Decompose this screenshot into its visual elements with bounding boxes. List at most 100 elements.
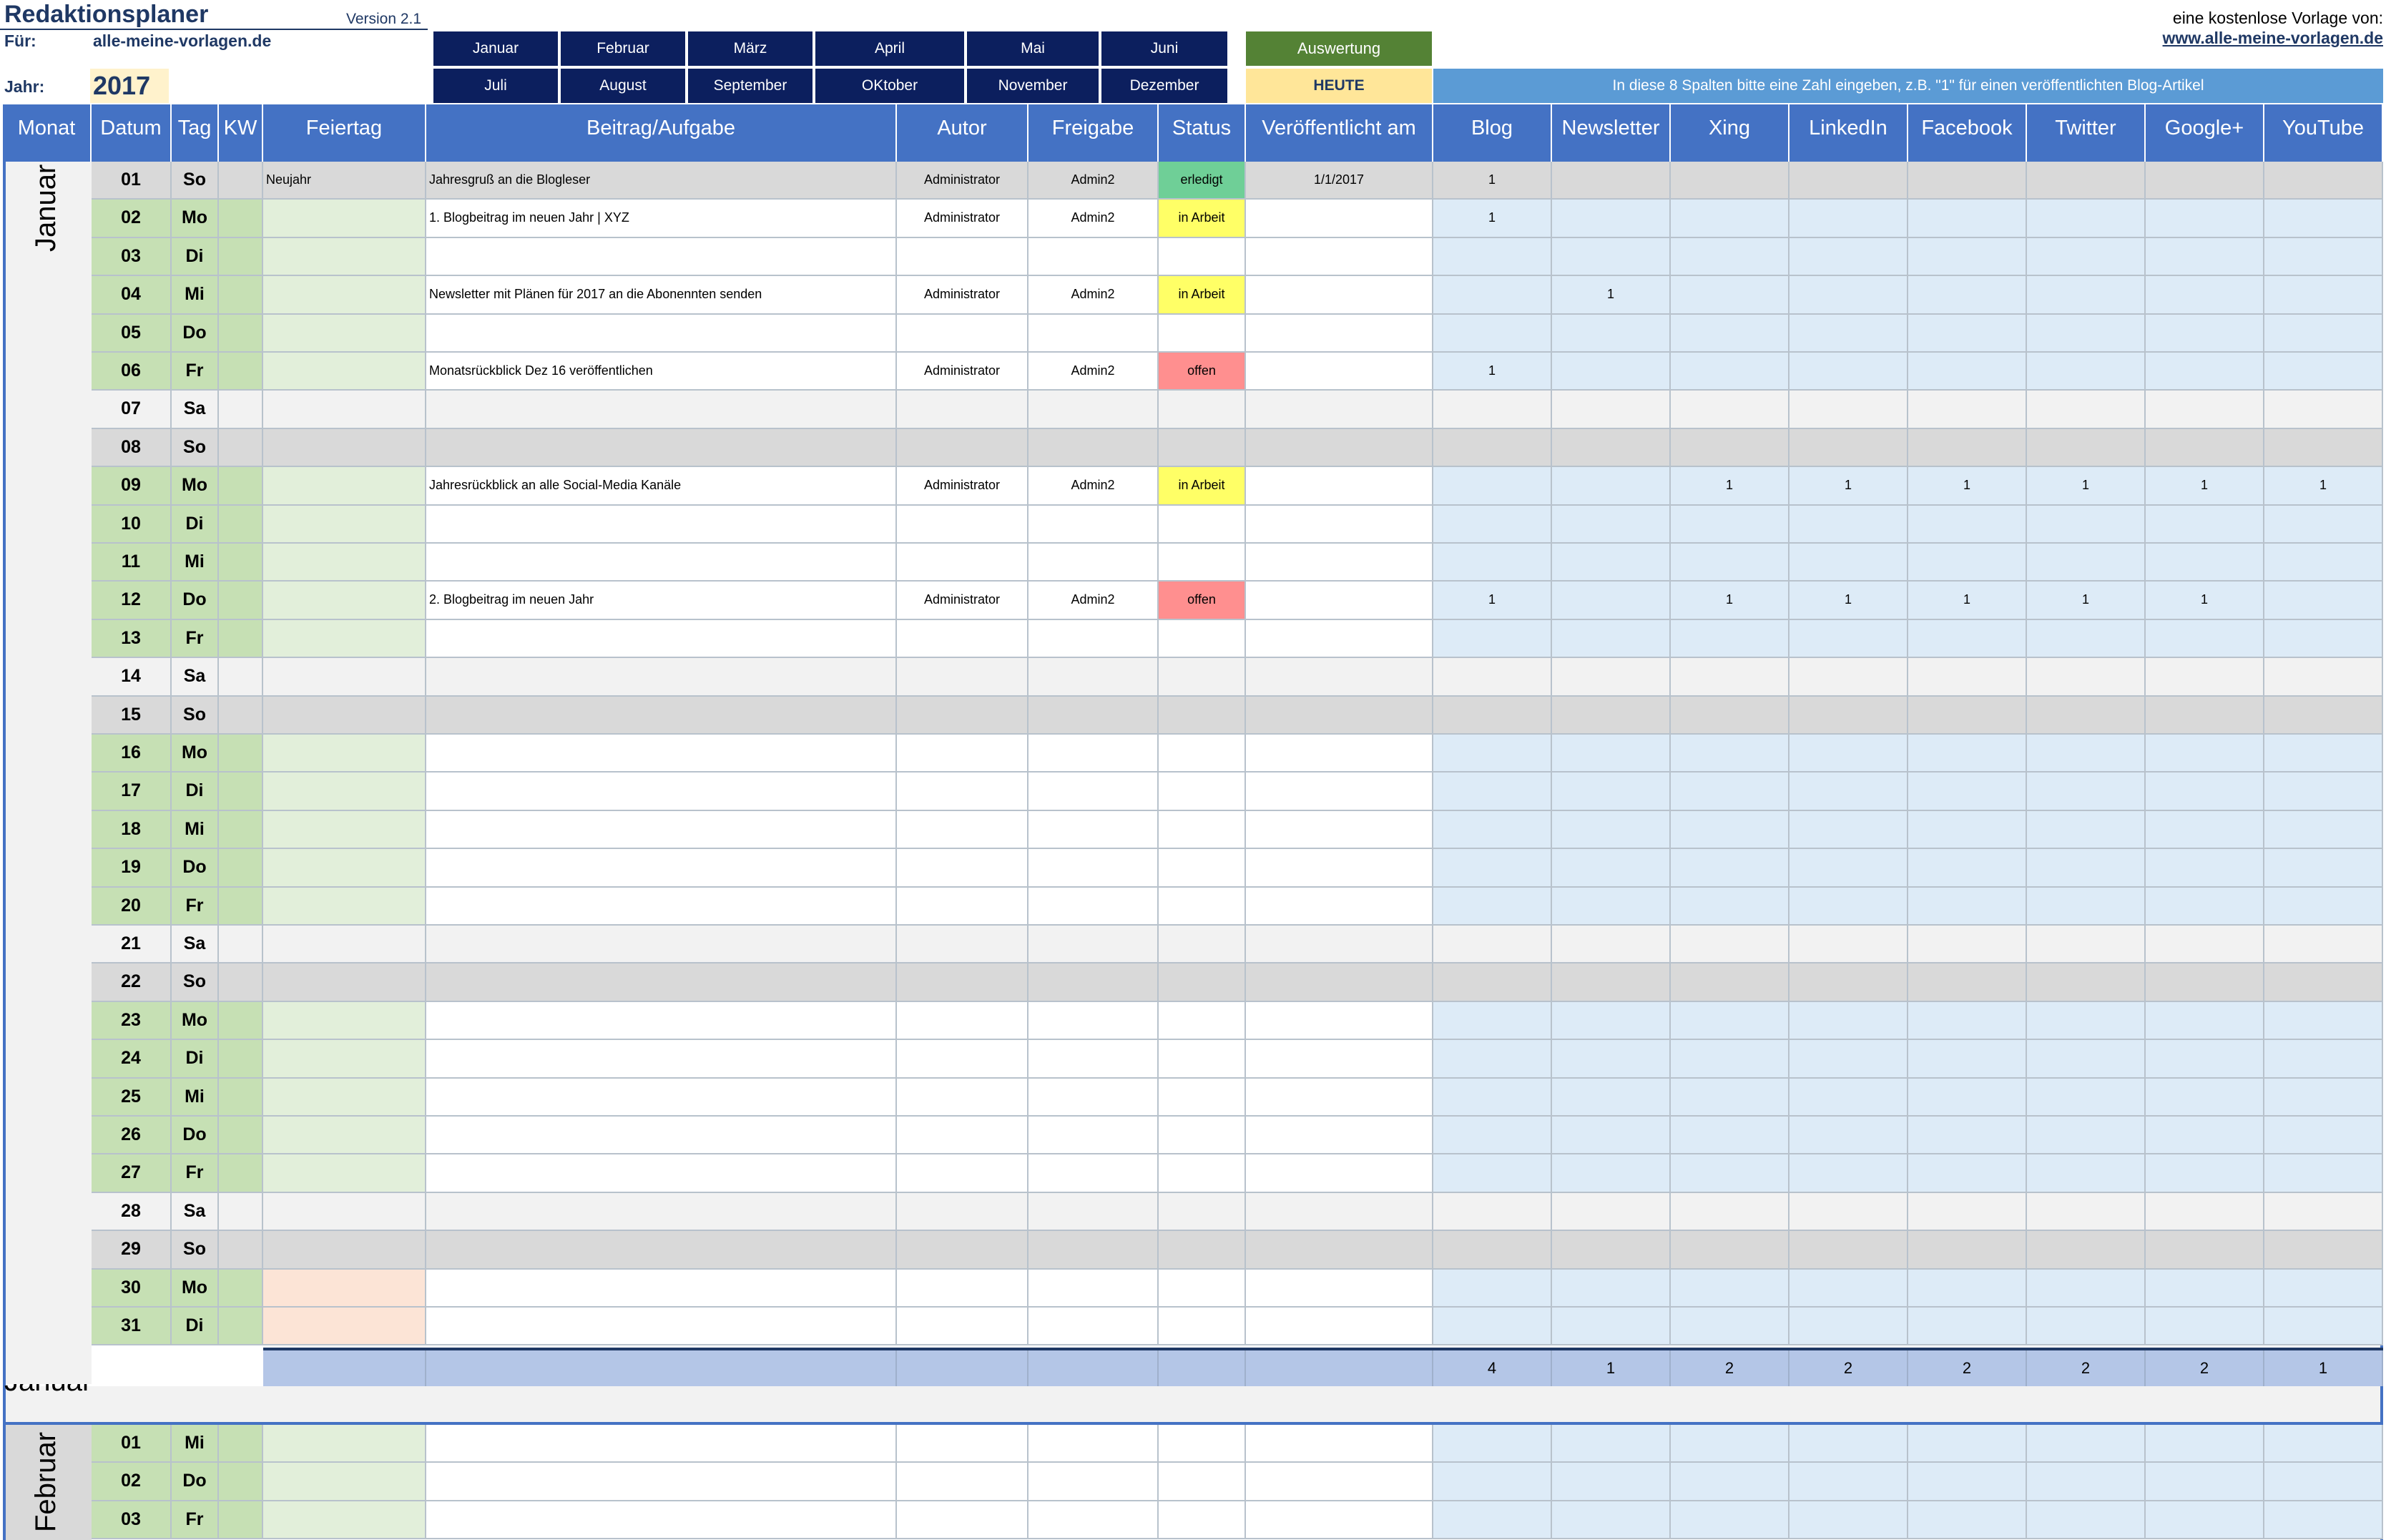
task-cell[interactable] (426, 658, 897, 697)
month-nav-button[interactable]: April (815, 31, 964, 66)
approval-cell[interactable] (1028, 428, 1159, 468)
holiday-cell[interactable] (263, 926, 426, 964)
channel-count-cell[interactable] (1671, 1463, 1790, 1501)
channel-count-cell[interactable]: 1 (1908, 467, 2027, 506)
approval-cell[interactable] (1028, 773, 1159, 811)
channel-count-cell[interactable] (2027, 505, 2146, 544)
month-nav-button[interactable]: Januar (433, 31, 558, 66)
channel-count-cell[interactable] (1908, 963, 2027, 1002)
channel-count-cell[interactable] (1552, 696, 1671, 735)
channel-count-cell[interactable] (2146, 1425, 2264, 1463)
channel-count-cell[interactable] (1790, 1231, 1908, 1270)
channel-count-cell[interactable] (2264, 1463, 2383, 1501)
task-cell[interactable] (426, 1154, 897, 1193)
channel-count-cell[interactable] (2027, 1501, 2146, 1540)
empty-cell[interactable] (1028, 1501, 1159, 1540)
holiday-cell[interactable] (263, 237, 426, 277)
holiday-cell[interactable] (263, 505, 426, 544)
channel-count-cell[interactable] (1433, 1040, 1552, 1079)
channel-count-cell[interactable] (1552, 963, 1671, 1002)
channel-count-cell[interactable] (1908, 1269, 2027, 1308)
approval-cell[interactable] (1028, 1308, 1159, 1346)
author-cell[interactable] (897, 1308, 1028, 1346)
channel-count-cell[interactable] (2146, 237, 2264, 277)
channel-count-cell[interactable] (1552, 428, 1671, 468)
channel-count-cell[interactable] (2264, 314, 2383, 353)
approval-cell[interactable] (1028, 887, 1159, 926)
author-cell[interactable] (897, 544, 1028, 582)
channel-count-cell[interactable] (1552, 658, 1671, 697)
empty-cell[interactable] (426, 1425, 897, 1463)
channel-count-cell[interactable]: 1 (1671, 467, 1790, 506)
channel-count-cell[interactable] (1552, 467, 1671, 506)
month-nav-button[interactable]: Mai (967, 31, 1099, 66)
channel-count-cell[interactable]: 1 (2027, 582, 2146, 620)
channel-count-cell[interactable] (2027, 658, 2146, 697)
channel-count-cell[interactable] (1552, 1192, 1671, 1232)
channel-count-cell[interactable] (2027, 353, 2146, 391)
channel-count-cell[interactable] (2146, 1231, 2264, 1270)
task-cell[interactable] (426, 391, 897, 429)
channel-count-cell[interactable] (2146, 810, 2264, 850)
channel-count-cell[interactable] (1671, 1117, 1790, 1155)
published-date-cell[interactable] (1246, 544, 1433, 582)
status-cell[interactable] (1159, 963, 1246, 1002)
author-cell[interactable] (897, 735, 1028, 773)
month-nav-button[interactable]: OKtober (815, 69, 964, 103)
approval-cell[interactable] (1028, 237, 1159, 277)
channel-count-cell[interactable] (1908, 1078, 2027, 1117)
channel-count-cell[interactable] (1671, 735, 1790, 773)
channel-count-cell[interactable] (1433, 658, 1552, 697)
channel-count-cell[interactable] (1433, 696, 1552, 735)
channel-count-cell[interactable] (1908, 428, 2027, 468)
channel-count-cell[interactable] (2264, 619, 2383, 659)
channel-count-cell[interactable]: 1 (1908, 582, 2027, 620)
channel-count-cell[interactable] (2264, 1501, 2383, 1540)
published-date-cell[interactable] (1246, 926, 1433, 964)
author-cell[interactable] (897, 619, 1028, 659)
author-cell[interactable] (897, 1117, 1028, 1155)
approval-cell[interactable] (1028, 619, 1159, 659)
channel-count-cell[interactable] (1908, 162, 2027, 200)
channel-count-cell[interactable] (1552, 735, 1671, 773)
status-cell[interactable] (1159, 1001, 1246, 1041)
channel-count-cell[interactable] (1433, 1001, 1552, 1041)
status-cell[interactable] (1159, 428, 1246, 468)
channel-count-cell[interactable] (1552, 1269, 1671, 1308)
channel-count-cell[interactable] (2027, 162, 2146, 200)
task-cell[interactable] (426, 735, 897, 773)
task-cell[interactable] (426, 1040, 897, 1079)
channel-count-cell[interactable] (2027, 276, 2146, 315)
month-nav-button[interactable]: Juni (1101, 31, 1227, 66)
approval-cell[interactable] (1028, 1001, 1159, 1041)
channel-count-cell[interactable] (2146, 200, 2264, 238)
channel-count-cell[interactable] (1908, 926, 2027, 964)
channel-count-cell[interactable] (1790, 1308, 1908, 1346)
holiday-cell[interactable] (263, 887, 426, 926)
channel-count-cell[interactable] (1433, 887, 1552, 926)
author-cell[interactable] (897, 1269, 1028, 1308)
channel-count-cell[interactable] (2264, 773, 2383, 811)
channel-count-cell[interactable] (2146, 1269, 2264, 1308)
published-date-cell[interactable] (1246, 658, 1433, 697)
holiday-cell[interactable] (263, 658, 426, 697)
status-cell[interactable]: in Arbeit (1159, 276, 1246, 315)
channel-count-cell[interactable] (2027, 849, 2146, 888)
channel-count-cell[interactable] (2146, 505, 2264, 544)
author-cell[interactable] (897, 1154, 1028, 1193)
approval-cell[interactable]: Admin2 (1028, 582, 1159, 620)
channel-count-cell[interactable]: 1 (2146, 582, 2264, 620)
empty-cell[interactable] (1246, 1463, 1433, 1501)
channel-count-cell[interactable] (1552, 1501, 1671, 1540)
published-date-cell[interactable] (1246, 467, 1433, 506)
holiday-cell[interactable] (263, 467, 426, 506)
channel-count-cell[interactable] (2146, 353, 2264, 391)
channel-count-cell[interactable] (1671, 1501, 1790, 1540)
status-cell[interactable]: erledigt (1159, 162, 1246, 200)
channel-count-cell[interactable] (1908, 353, 2027, 391)
channel-count-cell[interactable] (2027, 1040, 2146, 1079)
holiday-cell[interactable] (263, 1269, 426, 1308)
published-date-cell[interactable] (1246, 276, 1433, 315)
channel-count-cell[interactable] (1790, 1192, 1908, 1232)
channel-count-cell[interactable] (1433, 1425, 1552, 1463)
